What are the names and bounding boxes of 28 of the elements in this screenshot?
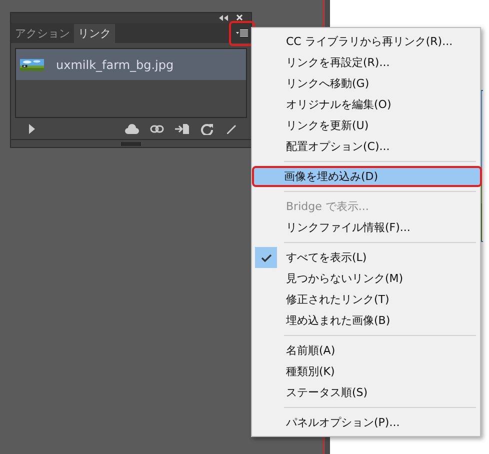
menu-item[interactable]: 修正されたリンク(T) [254, 289, 478, 310]
menu-item[interactable]: オリジナルを編集(O) [254, 94, 478, 115]
file-name: uxmilk_farm_bg.jpg [56, 58, 174, 72]
menu-item[interactable]: 埋め込まれた画像(B) [254, 310, 478, 331]
menu-item[interactable]: リンクを再設定(R)... [254, 52, 478, 73]
menu-item[interactable]: ステータス順(S) [254, 382, 478, 403]
menu-item[interactable]: 名前順(A) [254, 340, 478, 361]
link-icon[interactable] [150, 122, 164, 135]
menu-item[interactable]: リンクを更新(U) [254, 115, 478, 136]
menu-item[interactable]: 見つからないリンク(M) [254, 268, 478, 289]
menu-item[interactable]: 種類別(K) [254, 361, 478, 382]
menu-item[interactable]: リンクへ移動(G) [254, 73, 478, 94]
menu-item[interactable]: 画像を埋め込み(D) [252, 166, 482, 187]
menu-item[interactable]: すべてを表示(L) [254, 247, 478, 268]
pencil-icon[interactable] [225, 122, 239, 135]
menu-icon [236, 29, 248, 38]
menu-item[interactable]: リンクファイル情報(F)... [254, 217, 478, 238]
refresh-icon[interactable] [200, 122, 214, 135]
cloud-icon[interactable] [125, 122, 139, 135]
resize-grip-icon[interactable] [121, 142, 141, 146]
place-icon[interactable] [175, 122, 189, 135]
panel-tab[interactable]: アクション [11, 24, 74, 44]
menu-item[interactable]: パネルオプション(P)... [254, 412, 478, 433]
panel-tab[interactable]: リンク [74, 24, 115, 44]
menu-item[interactable]: CC ライブラリから再リンク(R)... [254, 31, 478, 52]
close-icon[interactable] [236, 14, 243, 22]
menu-item[interactable]: 配置オプション(C)... [254, 136, 478, 157]
link-row[interactable]: uxmilk_farm_bg.jpg [16, 49, 246, 80]
